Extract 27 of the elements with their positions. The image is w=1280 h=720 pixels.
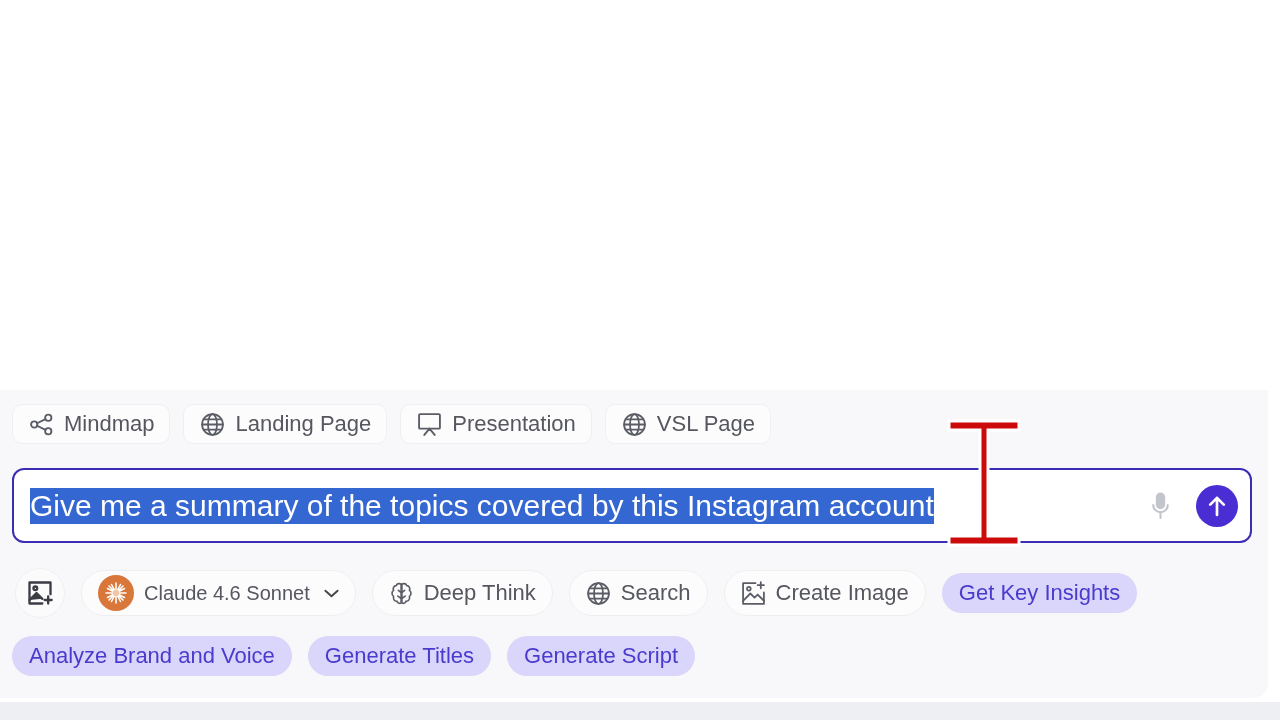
- search-toggle[interactable]: Search: [568, 570, 708, 616]
- brain-icon: [388, 580, 414, 606]
- add-image-button[interactable]: [15, 568, 65, 618]
- image-plus-icon: [26, 579, 54, 607]
- deep-think-toggle[interactable]: Deep Think: [371, 570, 553, 616]
- suggestion-chip[interactable]: Get Key Insights: [941, 573, 1138, 613]
- model-select-dropdown[interactable]: Claude 4.6 Sonnet: [81, 570, 356, 616]
- presentation-screen-icon: [417, 411, 443, 437]
- connected-nodes-icon: [29, 411, 54, 437]
- globe-icon: [585, 580, 611, 606]
- arrow-up-icon: [1208, 494, 1226, 517]
- starburst-logo-icon: [98, 575, 134, 611]
- suggestion-chip[interactable]: Analyze Brand and Voice: [12, 636, 292, 676]
- tool-chip-button[interactable]: Landing Page: [183, 404, 388, 444]
- image-sparkle-icon: [740, 580, 766, 606]
- tool-chip-button[interactable]: VSL Page: [604, 404, 772, 444]
- chevron-down-icon: [323, 588, 339, 598]
- suggestion-chip[interactable]: Generate Titles: [307, 636, 492, 676]
- send-button[interactable]: [1196, 484, 1238, 527]
- create-image-button[interactable]: Create Image: [723, 570, 926, 616]
- globe-icon: [200, 411, 226, 437]
- suggestion-chip[interactable]: Generate Script: [507, 636, 696, 676]
- tool-chip-button[interactable]: Presentation: [400, 404, 592, 444]
- text-cursor-icon: [946, 418, 1022, 548]
- prompt-input-field[interactable]: Give me a summary of the topics covered by this Instagram account: [12, 468, 1252, 543]
- tool-chip-button[interactable]: Mindmap: [12, 404, 171, 444]
- globe-icon: [621, 411, 647, 437]
